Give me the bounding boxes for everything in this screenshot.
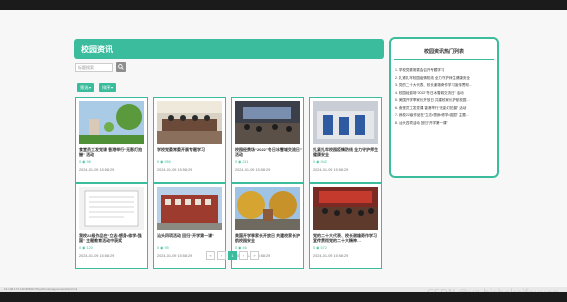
section-header: 校园资讯 (74, 39, 384, 59)
news-stats: 0 ◉ 950 (157, 160, 171, 164)
news-thumbnail[interactable] (235, 101, 300, 144)
news-date: 2024-01-09 15:58:29 (79, 254, 115, 258)
divider (394, 59, 494, 60)
search-icon (118, 64, 124, 70)
news-stats: 0 ◉ 98 (79, 160, 91, 164)
first-page-button[interactable]: « (206, 251, 215, 260)
prev-page-button[interactable]: ‹ (217, 251, 226, 260)
news-date: 2024-01-09 15:58:29 (157, 168, 193, 172)
news-title[interactable]: 汕头四项活动 回归“开学第一课” (157, 233, 224, 243)
sort-label: 排序 (102, 85, 111, 90)
hot-list: 1.学校党委常委会召开专题学习 2.扎紧扎牢校园疫情防线 全力守护师生健康安全 … (395, 67, 495, 127)
news-title[interactable]: 食堂员工发党课 香港举行“无影灯拍摄” 活动 (79, 147, 146, 157)
news-title[interactable]: 党的二十大代表、校长谢雄奇作学习宣传贯彻党的二十大精神… (313, 233, 380, 243)
news-thumbnail[interactable] (235, 187, 300, 230)
news-thumbnail[interactable] (313, 101, 378, 144)
hot-list-item[interactable]: 6.食堂员工发党课 香港举行“无影灯拍摄” 活动 (395, 105, 495, 113)
pagination: « ‹ 1 › » (206, 251, 259, 260)
hot-list-item[interactable]: 1.学校党委常委会召开专题学习 (395, 67, 495, 75)
news-date: 2024-01-09 15:58:29 (313, 168, 349, 172)
browser-top-bar (0, 0, 567, 10)
page-button-current[interactable]: 1 (228, 251, 237, 260)
hot-list-item[interactable]: 5.美国开学季家长开放日 共建校家长护航校园… (395, 97, 495, 105)
news-date: 2024-01-09 15:58:29 (313, 254, 349, 258)
news-date: 2024-01-09 15:58:29 (79, 168, 115, 172)
news-title[interactable]: 美国开学季家长开放日 共建校家长护航校园安全 (235, 233, 302, 243)
hot-list-panel: 校园资讯热门列表 1.学校党委常委会召开专题学习 2.扎紧扎牢校园疫情防线 全力… (389, 37, 499, 178)
news-thumbnail[interactable] (157, 187, 222, 230)
hot-list-item[interactable]: 3.党的二十大代表、校长谢雄奇作学习宣传贯彻… (395, 82, 495, 90)
news-thumbnail[interactable] (79, 101, 144, 144)
hot-list-title: 校园资讯热门列表 (423, 49, 464, 55)
chevron-down-icon (111, 86, 114, 89)
chevron-down-icon (89, 86, 92, 89)
news-stats: 0 ◉ 95 (157, 246, 169, 250)
search-button[interactable] (116, 62, 126, 72)
news-title[interactable]: 我校22级作品在“立志•想身•修学•强国” 主题教育活动中获奖 (79, 233, 146, 243)
news-stats: 0 ◉ 120 (79, 246, 93, 250)
news-date: 2024-01-09 15:58:29 (235, 168, 271, 172)
news-title[interactable]: 扎紧扎牢校园疫情防线 全力守护师生健康安全 (313, 147, 380, 157)
next-page-button[interactable]: › (239, 251, 248, 260)
hot-list-item[interactable]: 4.校园经费场“2022”冬日冰雪城交流日” 活动 (395, 90, 495, 98)
news-thumbnail[interactable] (79, 187, 144, 230)
sort-button[interactable]: 排序 (99, 83, 117, 92)
filter-button[interactable]: 筛选 (77, 83, 95, 92)
news-date: 2024-01-09 15:58:29 (157, 254, 193, 258)
news-card[interactable]: 学校党委常委开展专题学习 0 ◉ 950 2024-01-09 15:58:29 (153, 97, 226, 183)
search-input[interactable]: 标题搜索 (75, 63, 113, 72)
news-card[interactable]: 食堂员工发党课 香港举行“无影灯拍摄” 活动 0 ◉ 98 2024-01-09… (75, 97, 148, 183)
hot-list-item[interactable]: 8.汕头四项活动 回归“开学第一课” (395, 120, 495, 128)
news-stats: 0 ◉ 46 (235, 246, 247, 250)
browser-bottom-bar (0, 292, 567, 302)
news-card[interactable]: 扎紧扎牢校园疫情防线 全力守护师生健康安全 0 ◉ 942 2024-01-09… (309, 97, 382, 183)
news-thumbnail[interactable] (157, 101, 222, 144)
filter-label: 筛选 (80, 85, 89, 90)
news-card[interactable]: 我校22级作品在“立志•想身•修学•强国” 主题教育活动中获奖 0 ◉ 120 … (75, 183, 148, 269)
news-card[interactable]: 校园经费场“2022”冬日冰雪城交流日” 活动 0 ◉ 211 2024-01-… (231, 97, 304, 183)
hot-list-item[interactable]: 2.扎紧扎牢校园疫情防线 全力守护师生健康安全 (395, 75, 495, 83)
news-stats: 0 ◉ 942 (313, 160, 327, 164)
news-title[interactable]: 学校党委常委开展专题学习 (157, 147, 224, 157)
last-page-button[interactable]: » (250, 251, 259, 260)
news-thumbnail[interactable] (313, 187, 378, 230)
news-title[interactable]: 校园经费场“2022”冬日冰雪城交流日” 活动 (235, 147, 302, 157)
news-stats: 0 ◉ 572 (313, 246, 327, 250)
hot-list-item[interactable]: 7.我校22级作品在“立志•想身•修学•强国” 主题… (395, 112, 495, 120)
news-stats: 0 ◉ 211 (235, 160, 249, 164)
section-title: 校园资讯 (81, 45, 113, 54)
news-card[interactable]: 党的二十大代表、校长谢雄奇作学习宣传贯彻党的二十大精神… 0 ◉ 572 202… (309, 183, 382, 269)
